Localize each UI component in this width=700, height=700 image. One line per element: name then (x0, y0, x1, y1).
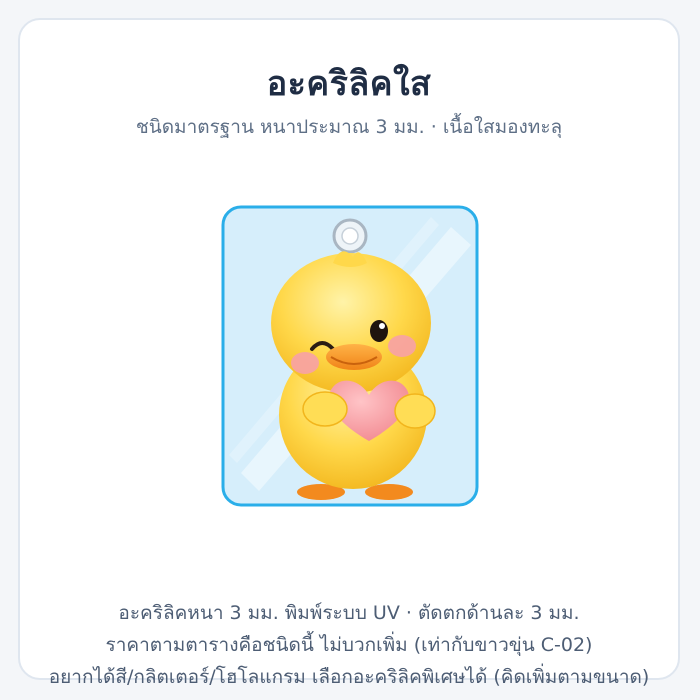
duck-right-wing (394, 393, 436, 429)
duck-head (271, 253, 431, 393)
footer-line-1: อะคริลิคหนา 3 มม. พิมพ์ระบบ UV · ตัดตกด้… (118, 602, 580, 624)
card-subtitle: ชนิดมาตรฐาน หนาประมาณ 3 มม. · เนื้อใสมอง… (135, 116, 563, 138)
footer-line-2: ราคาตามตารางคือชนิดนี้ ไม่บวกเพิ่ม (เท่า… (105, 634, 593, 656)
card-title: อะคริลิคใส (266, 64, 432, 104)
duck-cheek-left (291, 352, 319, 374)
footer-line-3: อยากได้สี/กลิตเตอร์/โฮโลแกรม เลือกอะคริล… (48, 666, 650, 688)
duck-open-eye (370, 320, 388, 342)
duck-left-wing (302, 391, 348, 427)
acrylic-charm-illustration (221, 205, 479, 507)
duck-cheek-right (388, 335, 416, 357)
duck-beak (326, 344, 382, 370)
